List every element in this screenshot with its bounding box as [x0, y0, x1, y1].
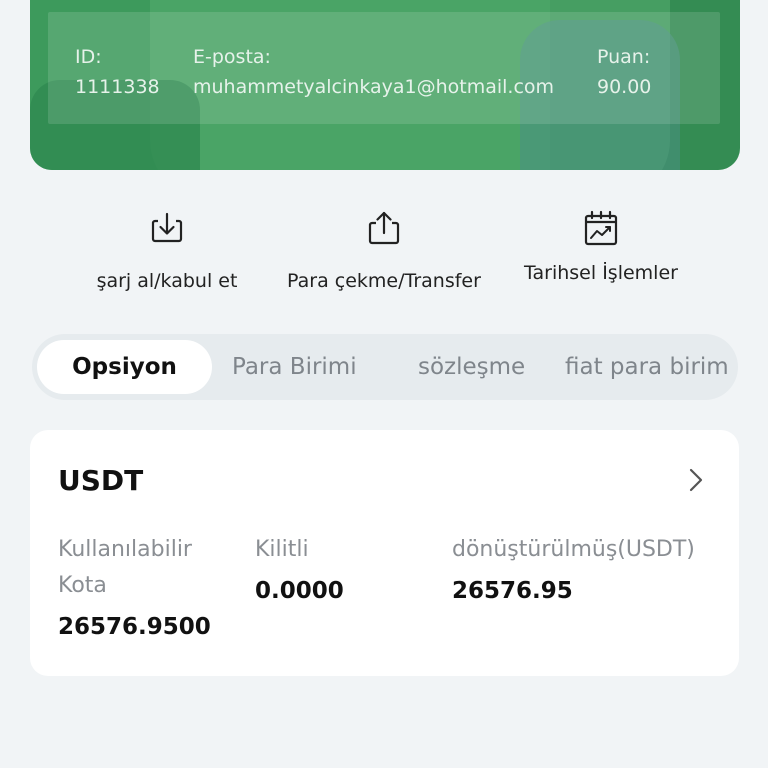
deposit-label: şarj al/kabul et [96, 270, 238, 292]
tab-opsiyon[interactable]: Opsiyon [37, 340, 212, 394]
calendar-chart-icon [584, 210, 618, 246]
account-id: ID: 1111338 [75, 42, 160, 102]
account-score-value: 90.00 [597, 76, 652, 98]
account-score-label: Puan: [597, 46, 651, 68]
quick-actions: şarj al/kabul et Para çekme/Transfer Tar… [0, 206, 768, 306]
history-button[interactable]: Tarihsel İşlemler [518, 206, 684, 284]
asset-tabs: Opsiyon Para Birimi sözleşme fiat para b… [32, 334, 738, 400]
chevron-right-icon[interactable] [689, 468, 703, 492]
deposit-button[interactable]: şarj al/kabul et [92, 206, 242, 292]
balance-card[interactable]: USDT Kullanılabilir Kota 26576.9500 Kili… [30, 430, 739, 676]
account-score: Puan: 90.00 [597, 42, 651, 102]
withdraw-transfer-button[interactable]: Para çekme/Transfer [282, 206, 486, 292]
locked-amount: Kilitli 0.0000 [255, 532, 344, 604]
locked-amount-value: 0.0000 [255, 578, 344, 604]
withdraw-transfer-label: Para çekme/Transfer [287, 270, 481, 292]
account-info-panel: ID: 1111338 E-posta: muhammetyalcinkaya1… [48, 12, 720, 124]
tab-para-birimi[interactable]: Para Birimi [232, 340, 357, 394]
tab-fiat-para-birim[interactable]: fiat para birim [565, 340, 729, 394]
account-id-label: ID: [75, 46, 102, 68]
converted-amount: dönüştürülmüş(USDT) 26576.95 [452, 532, 695, 604]
download-icon [151, 212, 183, 243]
available-quota: Kullanılabilir Kota 26576.9500 [58, 532, 228, 640]
converted-amount-value: 26576.95 [452, 578, 573, 604]
wallet-screen: ID: 1111338 E-posta: muhammetyalcinkaya1… [0, 0, 768, 768]
available-quota-label: Kullanılabilir Kota [58, 537, 192, 598]
converted-amount-label: dönüştürülmüş(USDT) [452, 537, 695, 562]
account-email-label: E-posta: [193, 46, 271, 68]
account-email: E-posta: muhammetyalcinkaya1@hotmail.com [193, 42, 554, 102]
tab-sozlesme[interactable]: sözleşme [418, 340, 525, 394]
available-quota-value: 26576.9500 [58, 614, 211, 640]
account-email-value: muhammetyalcinkaya1@hotmail.com [193, 76, 555, 98]
account-card: ID: 1111338 E-posta: muhammetyalcinkaya1… [30, 0, 740, 170]
upload-icon [368, 211, 400, 245]
history-label: Tarihsel İşlemler [524, 262, 678, 284]
locked-amount-label: Kilitli [255, 537, 309, 562]
account-id-value: 1111338 [75, 76, 160, 98]
currency-title: USDT [58, 464, 144, 497]
